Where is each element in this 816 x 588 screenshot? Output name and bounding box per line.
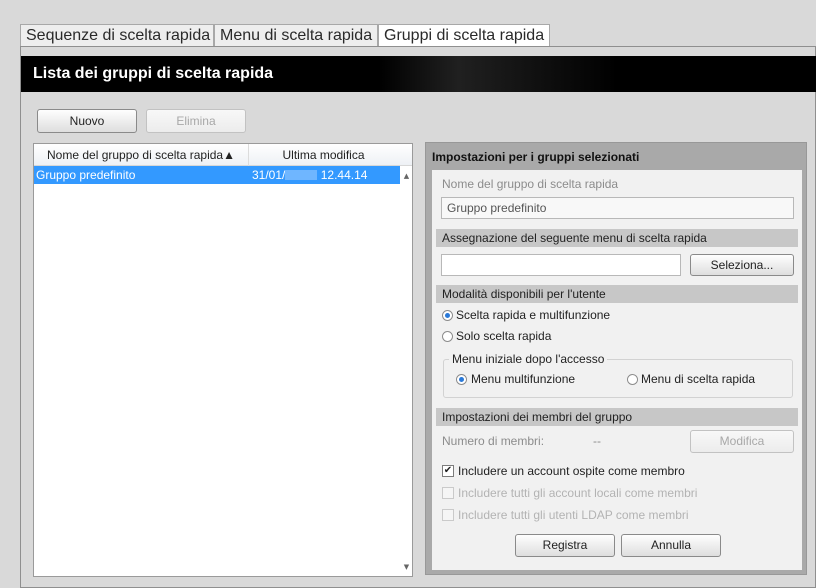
register-button[interactable]: Registra [515, 534, 615, 557]
radio-initial-multifunction-label: Menu multifunzione [471, 372, 576, 386]
members-section-header: Impostazioni dei membri del gruppo [436, 408, 798, 426]
radio-mode-both-label: Scelta rapida e multifunzione [456, 308, 611, 322]
list-header: Nome del gruppo di scelta rapida▲ Ultima… [34, 144, 412, 166]
initial-menu-legend: Menu iniziale dopo l'accesso [449, 351, 608, 367]
tab-menu[interactable]: Menu di scelta rapida [214, 24, 378, 46]
guest-member-checkbox[interactable]: ✔ [442, 465, 454, 477]
radio-initial-quick-label: Menu di scelta rapida [641, 372, 756, 386]
row-date: 31/01/ [252, 168, 286, 182]
group-name-label: Nome del gruppo di scelta rapida [442, 177, 619, 191]
modes-section-header: Modalità disponibili per l'utente [436, 285, 798, 303]
row-group-name: Gruppo predefinito [36, 168, 136, 182]
scroll-down-arrow-icon[interactable]: ▼ [401, 560, 412, 574]
modify-button[interactable]: Modifica [690, 430, 794, 453]
cancel-button[interactable]: Annulla [621, 534, 721, 557]
radio-initial-multifunction[interactable] [456, 374, 467, 385]
app-window: Sequenze di scelta rapida Menu di scelta… [0, 0, 816, 588]
radio-mode-both[interactable] [442, 310, 453, 321]
tab-gruppi[interactable]: Gruppi di scelta rapida [378, 24, 550, 47]
guest-member-label: Includere un account ospite come membro [458, 464, 685, 478]
local-accounts-checkbox[interactable] [442, 487, 454, 499]
column-header-name[interactable]: Nome del gruppo di scelta rapida▲ [34, 144, 249, 166]
local-accounts-label: Includere tutti gli account locali come … [458, 486, 698, 500]
checkmark-icon: ✔ [443, 465, 453, 476]
page-title: Lista dei gruppi di scelta rapida [21, 56, 816, 92]
members-count-label: Numero di membri: [442, 434, 545, 448]
group-name-field[interactable]: Gruppo predefinito [441, 197, 794, 219]
column-header-modified[interactable]: Ultima modifica [250, 144, 397, 166]
menu-field[interactable] [441, 254, 681, 276]
title-strip [0, 0, 816, 26]
radio-mode-quick[interactable] [442, 331, 453, 342]
radio-mode-quick-label: Solo scelta rapida [456, 329, 552, 343]
row-time: 12.44.14 [320, 168, 368, 182]
tab-sequenze[interactable]: Sequenze di scelta rapida [20, 24, 214, 46]
select-button[interactable]: Seleziona... [690, 254, 794, 276]
radio-initial-quick[interactable] [627, 374, 638, 385]
new-button[interactable]: Nuovo [37, 109, 137, 133]
redacted-block [285, 170, 318, 180]
table-row[interactable]: Gruppo predefinito 31/01/ 12.44.14 [34, 166, 400, 184]
menu-section-header: Assegnazione del seguente menu di scelta… [436, 229, 798, 247]
scroll-up-arrow-icon[interactable]: ▲ [401, 169, 412, 183]
delete-button[interactable]: Elimina [146, 109, 246, 133]
ldap-users-label: Includere tutti gli utenti LDAP come mem… [458, 508, 689, 522]
settings-title: Impostazioni per i gruppi selezionati [432, 150, 640, 164]
group-list[interactable]: Nome del gruppo di scelta rapida▲ Ultima… [33, 143, 413, 577]
members-count-value: -- [593, 434, 601, 448]
row-modified: 31/01/ 12.44.14 [252, 166, 367, 184]
ldap-users-checkbox[interactable] [442, 509, 454, 521]
